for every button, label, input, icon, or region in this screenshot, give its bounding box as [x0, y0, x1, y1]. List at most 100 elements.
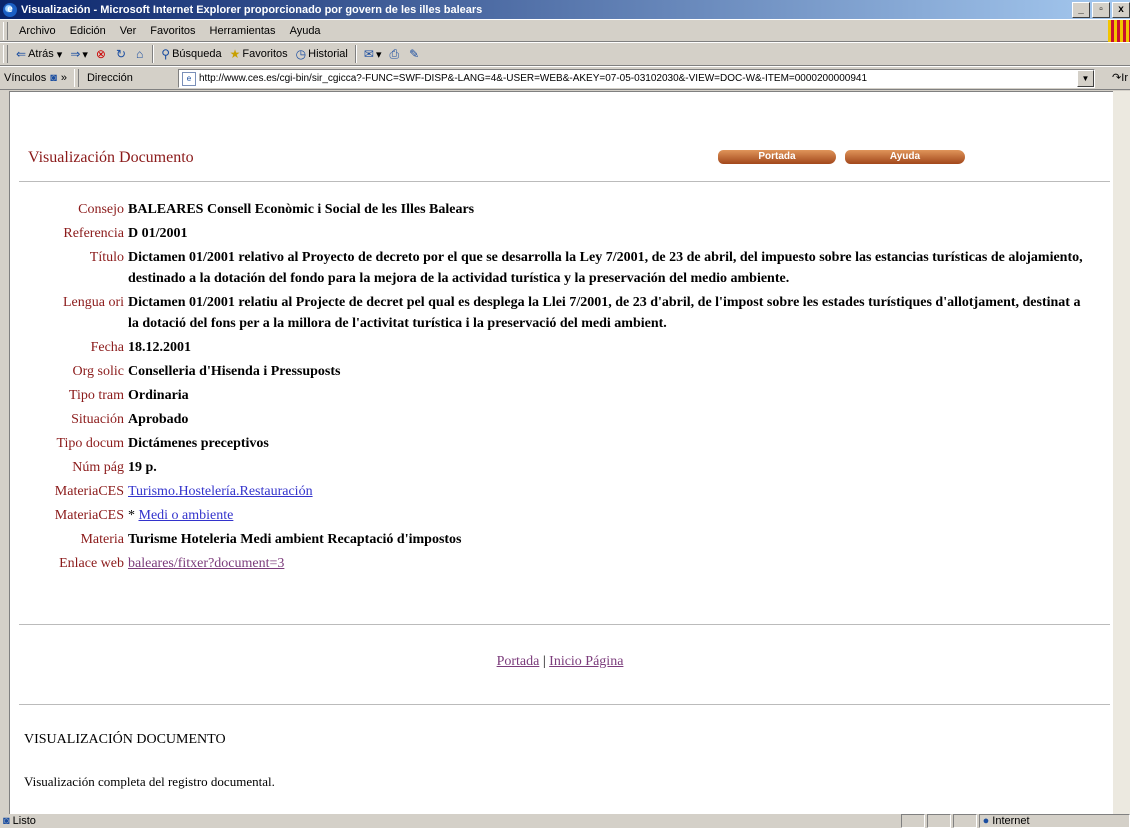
- divider: [19, 181, 1110, 182]
- back-arrow-icon: ⇐: [16, 47, 27, 61]
- favorites-button[interactable]: ★ Favoritos: [226, 47, 292, 61]
- refresh-icon: ↻: [115, 47, 127, 61]
- url-dropdown-button[interactable]: ▼: [1077, 70, 1094, 87]
- edit-button[interactable]: ✎: [405, 47, 425, 61]
- menu-herramientas[interactable]: Herramientas: [203, 25, 283, 37]
- materia-link[interactable]: Medi o ambiente: [139, 508, 234, 523]
- close-button[interactable]: x: [1112, 2, 1130, 18]
- search-button[interactable]: ⚲ Búsqueda: [157, 47, 225, 61]
- back-button[interactable]: ⇐ Atrás ▾: [12, 47, 66, 61]
- footer-links: Portada | Inicio Página: [10, 654, 1110, 670]
- links-page-icon: ◙: [50, 72, 57, 84]
- field-value: Turismo.Hostelería.Restauración: [128, 481, 1093, 502]
- materia-prefix: *: [128, 508, 139, 523]
- url-text[interactable]: http://www.ces.es/cgi-bin/sir_cgicca?-FU…: [199, 73, 867, 84]
- ayuda-button[interactable]: Ayuda: [845, 150, 965, 164]
- url-field[interactable]: e http://www.ces.es/cgi-bin/sir_cgicca?-…: [178, 69, 1095, 88]
- field-value: BALEARES Consell Econòmic i Social de le…: [128, 202, 475, 217]
- internet-explorer-icon: e: [3, 2, 17, 17]
- footer-portada-link[interactable]: Portada: [497, 654, 540, 669]
- back-label: Atrás: [28, 48, 54, 60]
- field-label: Tipo tram: [68, 388, 124, 403]
- brand-logo-icon: [1108, 20, 1130, 42]
- portada-button[interactable]: Portada: [718, 150, 836, 164]
- print-button[interactable]: ⎙: [385, 47, 405, 62]
- address-grip[interactable]: [73, 69, 79, 87]
- menu-edicion[interactable]: Edición: [63, 25, 113, 37]
- maximize-button[interactable]: ▫: [1092, 2, 1110, 18]
- minimize-button[interactable]: _: [1072, 2, 1090, 18]
- page-icon: e: [182, 71, 196, 86]
- print-icon: ⎙: [389, 46, 400, 61]
- field-materia: Materia Turisme Hoteleria Medi ambient Re…: [10, 529, 1110, 550]
- toolbar-separator: [354, 45, 357, 63]
- address-bar: Vínculos ◙ » Dirección e http://www.ces.…: [0, 66, 1130, 90]
- home-icon: ⌂: [136, 47, 144, 61]
- field-consejo: Consejo BALEARES Consell Econòmic i Socia…: [10, 199, 1110, 220]
- search-icon: ⚲: [161, 47, 171, 61]
- menu-archivo[interactable]: Archivo: [12, 25, 63, 37]
- field-label: Núm pág: [72, 460, 124, 475]
- field-label: Referencia: [63, 226, 124, 241]
- status-bar: ◙ Listo ● Internet: [0, 814, 1130, 828]
- mail-icon: ✉: [363, 47, 374, 61]
- field-label: Enlace web: [59, 556, 124, 571]
- divider: [19, 704, 1110, 705]
- field-value: D 01/2001: [128, 226, 188, 241]
- field-value: Dictámenes preceptivos: [128, 436, 269, 451]
- field-label: Org solic: [72, 364, 124, 379]
- field-value: Dictamen 01/2001 relativo al Proyecto de…: [128, 250, 1083, 286]
- record-fields: Consejo BALEARES Consell Econòmic i Socia…: [10, 199, 1110, 577]
- menu-ayuda[interactable]: Ayuda: [283, 25, 328, 37]
- field-value: Conselleria d'Hisenda i Pressuposts: [128, 364, 341, 379]
- go-arrow-icon: ↷: [1112, 72, 1122, 84]
- menu-bar: Archivo Edición Ver Favoritos Herramient…: [0, 19, 1130, 42]
- section-heading: VISUALIZACIÓN DOCUMENTO: [24, 732, 226, 747]
- toolbar-separator: [152, 45, 155, 63]
- links-chevron[interactable]: »: [57, 72, 71, 84]
- menu-favoritos[interactable]: Favoritos: [143, 25, 202, 37]
- field-value: Ordinaria: [128, 388, 189, 403]
- field-label: Fecha: [90, 340, 124, 355]
- page-content: Visualización Documento Portada Ayuda Co…: [9, 91, 1115, 816]
- status-zone: Internet: [992, 815, 1030, 827]
- divider: [19, 624, 1110, 625]
- status-page-icon: ◙: [3, 815, 10, 827]
- field-label: Tipo docum: [56, 436, 124, 451]
- field-label: Título: [89, 250, 124, 265]
- field-label: MateriaCES: [54, 508, 124, 523]
- field-value: 18.12.2001: [128, 340, 191, 355]
- field-value: baleares/fitxer?document=3: [128, 553, 1093, 574]
- field-value: Dictamen 01/2001 relatiu al Projecte de …: [128, 295, 1081, 331]
- forward-button[interactable]: ⇒ ▾: [66, 47, 92, 61]
- mail-button[interactable]: ✉ ▾: [360, 47, 386, 61]
- field-lengua-ori: Lengua ori Dictamen 01/2001 relatiu al Pr…: [10, 292, 1110, 334]
- field-value: Turisme Hoteleria Medi ambient Recaptaci…: [128, 532, 462, 547]
- field-materiaces-1: MateriaCES Turismo.Hostelería.Restauració…: [10, 481, 1110, 502]
- status-cell: [952, 814, 977, 828]
- toolbar-grip[interactable]: [3, 45, 8, 63]
- status-cell: [926, 814, 951, 828]
- home-button[interactable]: ⌂: [132, 47, 149, 61]
- vertical-scrollbar[interactable]: [1113, 91, 1130, 814]
- status-zone-cell: ● Internet: [978, 814, 1130, 828]
- status-cell: [900, 814, 925, 828]
- field-label: Situación: [71, 412, 124, 427]
- edit-icon: ✎: [409, 47, 420, 61]
- stop-button[interactable]: ⊗: [92, 47, 112, 61]
- page-title: Visualización Documento: [28, 149, 194, 166]
- field-num-pag: Núm pág 19 p.: [10, 457, 1110, 478]
- history-button[interactable]: ◷ Historial: [292, 47, 352, 61]
- field-tipo-docum: Tipo docum Dictámenes preceptivos: [10, 433, 1110, 454]
- materia-link[interactable]: Turismo.Hostelería.Restauración: [128, 484, 313, 499]
- refresh-button[interactable]: ↻: [112, 47, 132, 61]
- links-label[interactable]: Vínculos: [0, 72, 50, 84]
- go-button[interactable]: ↷Ir: [1112, 71, 1128, 84]
- stop-icon: ⊗: [95, 47, 106, 61]
- footer-inicio-link[interactable]: Inicio Página: [549, 654, 623, 669]
- window-title-bar: e Visualización - Microsoft Internet Exp…: [0, 0, 1130, 19]
- menu-ver[interactable]: Ver: [113, 25, 144, 37]
- enlace-link[interactable]: baleares/fitxer?document=3: [128, 556, 284, 571]
- field-value: Aprobado: [128, 412, 189, 427]
- menubar-grip[interactable]: [3, 21, 8, 40]
